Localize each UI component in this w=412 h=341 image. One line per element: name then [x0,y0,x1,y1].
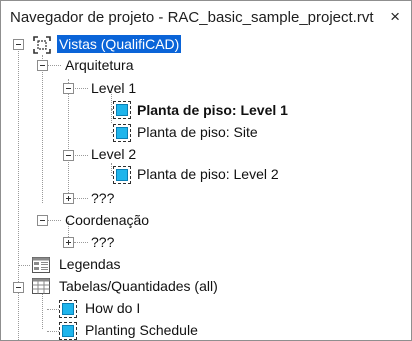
collapse-toggle-tabelas[interactable] [13,282,24,293]
schedule-table-icon [32,278,50,294]
tree-item-planta-level-1[interactable]: Planta de piso: Level 1 [135,101,290,119]
legend-icon [32,257,50,273]
tree-item-vistas[interactable]: Vistas (QualifiCAD) [57,35,182,53]
collapse-toggle-level-2[interactable] [63,150,74,161]
tree-guide-line [72,155,88,156]
tree-item-coordenacao[interactable]: Coordenação [63,211,151,229]
tree-guide-line [68,79,69,195]
tree-guide-line [18,265,30,266]
collapse-toggle-vistas[interactable] [13,39,24,50]
tree-item-planta-level-2[interactable]: Planta de piso: Level 2 [135,165,281,183]
collapse-toggle-level-1[interactable] [63,83,74,94]
expand-toggle-unknown-1[interactable] [63,193,74,204]
expand-toggle-unknown-2[interactable] [63,237,74,248]
tree-item-planting-schedule[interactable]: Planting Schedule [83,321,200,339]
project-tree: Vistas (QualifiCAD) Arquitetura Level 1 … [1,35,411,340]
floor-plan-view-icon [113,124,131,142]
panel-title: Navegador de projeto - RAC_basic_sample_… [10,9,374,26]
tree-item-how-do-i[interactable]: How do I [83,299,142,317]
floor-plan-view-icon [113,101,131,119]
schedule-view-icon [59,322,77,340]
schedule-view-icon [59,300,77,318]
tree-item-unknown-1[interactable]: ??? [89,189,116,207]
tree-item-level-2[interactable]: Level 2 [89,145,138,163]
tree-item-planta-site[interactable]: Planta de piso: Site [135,123,260,141]
views-root-icon [33,36,51,54]
tree-item-arquitetura[interactable]: Arquitetura [63,56,135,74]
close-icon[interactable]: × [390,8,400,25]
floor-plan-view-icon [113,166,131,184]
collapse-toggle-coordenacao[interactable] [37,215,48,226]
project-browser-panel: Navegador de projeto - RAC_basic_sample_… [0,0,412,341]
tree-guide-line [47,65,61,66]
tree-item-legendas[interactable]: Legendas [57,255,123,273]
tree-item-tabelas[interactable]: Tabelas/Quantidades (all) [57,277,220,295]
panel-titlebar: Navegador de projeto - RAC_basic_sample_… [1,1,411,35]
tree-guide-line [18,44,19,340]
tree-guide-line [42,55,43,203]
tree-guide-line [111,163,112,173]
tree-guide-line [47,220,61,221]
collapse-toggle-arquitetura[interactable] [37,60,48,71]
tree-item-level-1[interactable]: Level 1 [89,79,138,97]
tree-guide-line [74,242,88,243]
tree-guide-line [74,198,88,199]
tree-guide-line [72,88,88,89]
tree-item-unknown-2[interactable]: ??? [89,233,116,251]
